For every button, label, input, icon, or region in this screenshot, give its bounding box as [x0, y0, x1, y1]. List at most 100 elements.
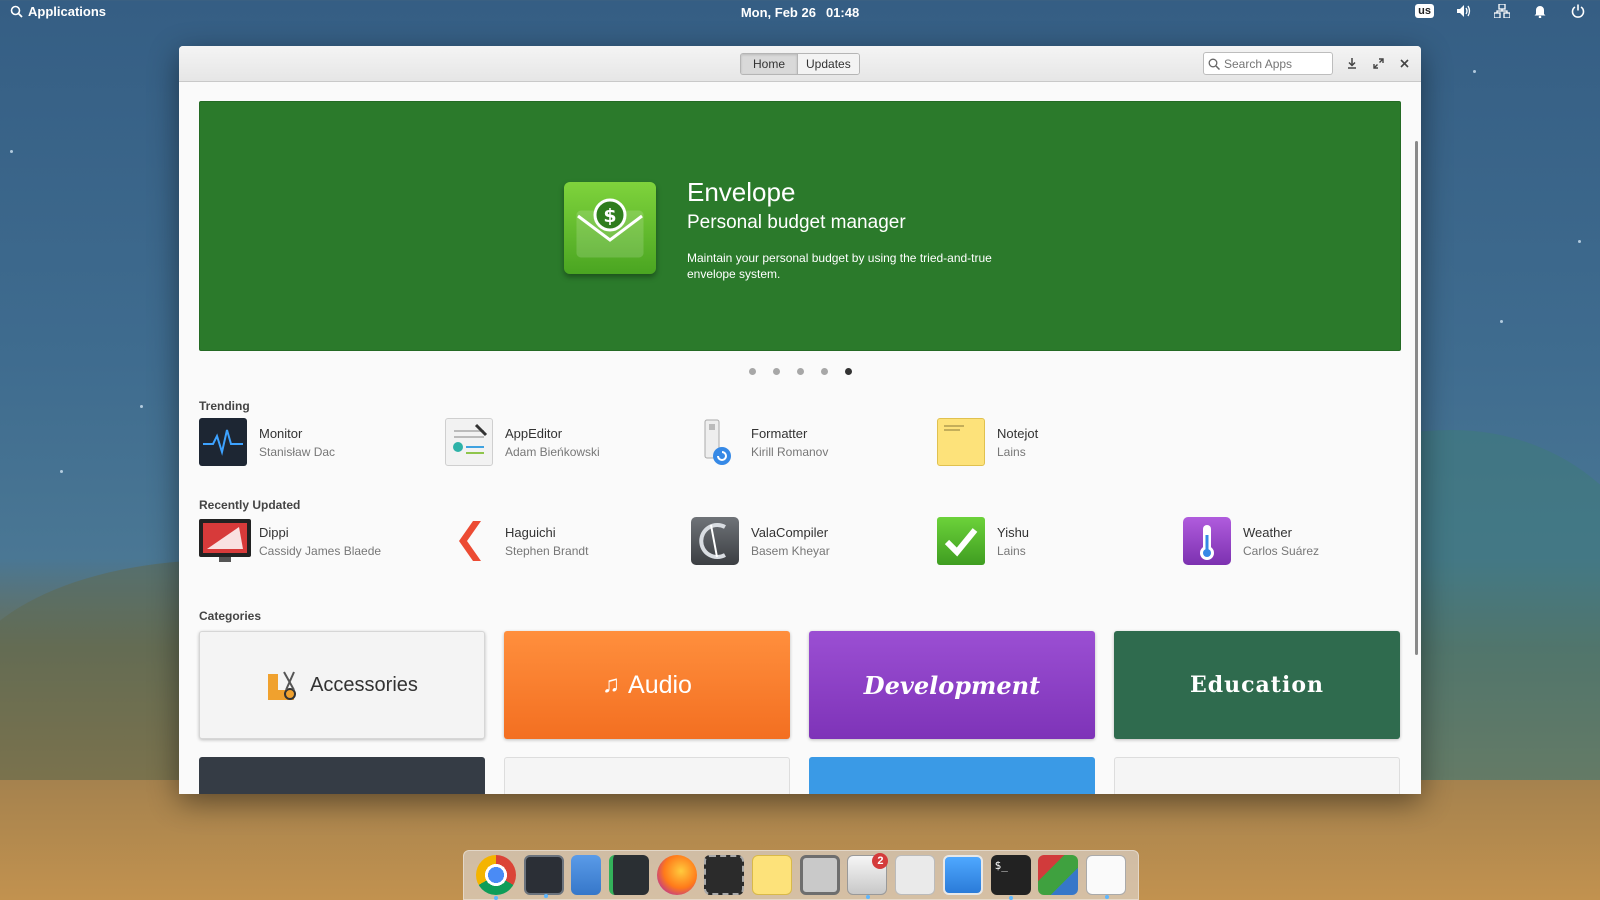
- search-field[interactable]: [1203, 52, 1333, 75]
- app-tile-weather[interactable]: Weather Carlos Suárez: [1183, 517, 1413, 565]
- dippi-app-icon: [199, 517, 251, 565]
- notejot-app-icon: [937, 418, 985, 466]
- wallpaper-star: [1473, 70, 1476, 73]
- text-editor-icon[interactable]: [1085, 855, 1126, 899]
- category-development[interactable]: Development: [809, 631, 1095, 739]
- banner-title: Envelope: [687, 177, 796, 207]
- banner-description: Maintain your personal budget by using t…: [687, 251, 992, 281]
- search-input[interactable]: [1224, 56, 1324, 71]
- app-author: Cassidy James Blaede: [259, 543, 382, 558]
- wallpaper-star: [1578, 240, 1581, 243]
- category-label: Audio: [628, 670, 692, 699]
- network-icon[interactable]: [1494, 3, 1510, 19]
- notes-icon[interactable]: [752, 855, 793, 895]
- app-author: Carlos Suárez: [1243, 543, 1320, 558]
- close-icon[interactable]: [1397, 55, 1411, 71]
- headerbar: Home Updates: [179, 46, 1421, 82]
- app-name: Yishu: [997, 524, 1030, 540]
- firefox-icon[interactable]: [656, 855, 697, 895]
- app-author: Kirill Romanov: [751, 444, 829, 459]
- app-name: Notejot: [997, 425, 1039, 441]
- app-name: Haguichi: [505, 524, 556, 540]
- scrollbar[interactable]: [1415, 141, 1418, 655]
- window-icon[interactable]: [942, 855, 983, 895]
- keyboard-layout-indicator[interactable]: us: [1415, 4, 1434, 18]
- notifications-bell-icon[interactable]: [1532, 3, 1548, 19]
- chrome-icon[interactable]: [475, 855, 516, 900]
- download-icon[interactable]: [1345, 55, 1359, 71]
- screenshot-icon[interactable]: [704, 855, 745, 895]
- search-icon: [1208, 58, 1220, 70]
- wallpaper-star: [140, 405, 143, 408]
- code-editor-icon[interactable]: [523, 855, 564, 898]
- category-card-partial[interactable]: [504, 757, 790, 794]
- app-author: Stephen Brandt: [505, 543, 589, 558]
- yishu-app-icon: [937, 517, 985, 565]
- category-card-partial[interactable]: [1114, 757, 1400, 794]
- dock: 2 $_: [463, 850, 1139, 900]
- featured-banner[interactable]: $ Envelope Personal budget manager Maint…: [199, 101, 1401, 351]
- app-author: Lains: [997, 543, 1026, 558]
- category-audio[interactable]: ♫ Audio: [504, 631, 790, 739]
- running-indicator: [493, 896, 498, 900]
- app-name: ValaCompiler: [751, 524, 829, 540]
- formatter-app-icon: [691, 418, 739, 466]
- app-author: Basem Kheyar: [751, 543, 830, 558]
- home-view: $ Envelope Personal budget manager Maint…: [179, 83, 1421, 794]
- app-tile-formatter[interactable]: Formatter Kirill Romanov: [691, 418, 921, 466]
- updates-tab[interactable]: Updates: [798, 54, 859, 74]
- category-card-partial[interactable]: [199, 757, 485, 794]
- running-indicator: [1104, 895, 1109, 899]
- pager-dot[interactable]: [772, 368, 780, 375]
- app-name: Dippi: [259, 524, 289, 540]
- app-tile-notejot[interactable]: Notejot Lains: [937, 418, 1167, 466]
- app-tile-yishu[interactable]: Yishu Lains: [937, 517, 1167, 565]
- app-name: AppEditor: [505, 425, 563, 441]
- pager-dot[interactable]: [796, 368, 804, 375]
- app-tile-appeditor[interactable]: AppEditor Adam Bieńkowski: [445, 418, 675, 466]
- app-tile-dippi[interactable]: Dippi Cassidy James Blaede: [199, 517, 429, 565]
- switchboard-icon[interactable]: [895, 855, 936, 895]
- category-accessories[interactable]: Accessories: [199, 631, 485, 739]
- monitor-app-icon: [199, 418, 247, 466]
- banner-subtitle: Personal budget manager: [687, 212, 906, 233]
- app-tile-valacompiler[interactable]: ValaCompiler Basem Kheyar: [691, 517, 921, 565]
- app-name: Monitor: [259, 425, 303, 441]
- pager-dot-active[interactable]: [844, 368, 852, 375]
- scissors-ruler-icon: [268, 671, 297, 700]
- terminal-icon[interactable]: $_: [990, 855, 1031, 900]
- boxes-icon[interactable]: [799, 855, 840, 895]
- category-education[interactable]: Education: [1114, 631, 1400, 739]
- valacompiler-app-icon: [691, 517, 739, 565]
- category-card-partial[interactable]: [809, 757, 1095, 794]
- pager-dot[interactable]: [820, 368, 828, 375]
- svg-text:$: $: [603, 205, 616, 227]
- pager-dot[interactable]: [748, 368, 756, 375]
- app-tile-haguichi[interactable]: Haguichi Stephen Brandt: [445, 517, 675, 565]
- app-author: Stanisław Dac: [259, 444, 336, 459]
- indicator-area: us: [1415, 3, 1586, 19]
- multitasking-icon[interactable]: [1038, 855, 1079, 895]
- recently-updated-heading: Recently Updated: [199, 498, 301, 512]
- appeditor-app-icon: [445, 418, 493, 466]
- category-label: Development: [863, 670, 1041, 700]
- home-tab[interactable]: Home: [741, 54, 799, 74]
- time-label: 01:48: [825, 5, 860, 20]
- running-indicator: [866, 895, 871, 899]
- files-icon[interactable]: [571, 855, 602, 895]
- date-time-indicator[interactable]: Mon, Feb 26 01:48: [0, 5, 1600, 20]
- volume-icon[interactable]: [1456, 3, 1472, 19]
- envelope-app-icon: $: [564, 182, 656, 274]
- app-name: Formatter: [751, 425, 808, 441]
- appcenter-icon[interactable]: 2: [847, 853, 889, 899]
- category-label: Education: [1190, 672, 1324, 698]
- maximize-icon[interactable]: [1371, 55, 1385, 71]
- window-controls: [1345, 55, 1411, 71]
- app-tile-monitor[interactable]: Monitor Stanisław Dac: [199, 418, 429, 466]
- wallpaper-star: [10, 150, 13, 153]
- banner-pager: [179, 368, 1421, 375]
- vscode-icon[interactable]: [608, 855, 649, 895]
- running-indicator: [543, 894, 548, 898]
- music-note-icon: ♫: [602, 671, 621, 698]
- power-icon[interactable]: [1570, 3, 1586, 19]
